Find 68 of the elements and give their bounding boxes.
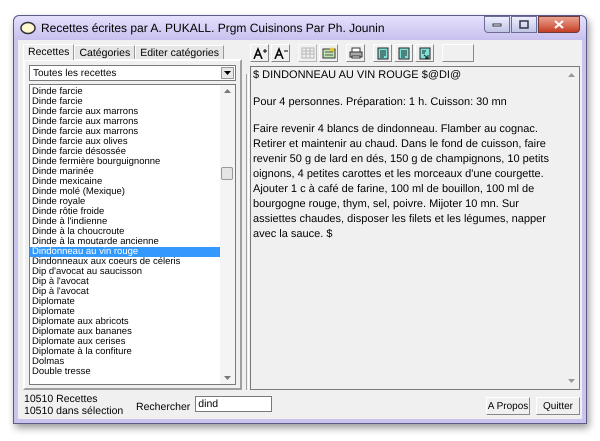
document-icon xyxy=(376,46,388,60)
recipe-list-item[interactable]: Diplomate xyxy=(30,297,220,307)
document-arrow-button[interactable] xyxy=(415,44,434,62)
dialog-button[interactable]: A Propos xyxy=(486,397,530,415)
search-label: Rechercher xyxy=(136,400,190,415)
tab[interactable]: Editer catégories xyxy=(135,45,224,59)
recipe-list-item[interactable]: Diplomate xyxy=(30,307,220,317)
maximize-icon xyxy=(519,20,529,29)
search-field[interactable]: dind xyxy=(195,396,272,412)
tab[interactable]: Recettes xyxy=(23,44,74,60)
recipe-paragraph: Faire revenir 4 blancs de dindonneau. Flamber au cognac. Retirer et maintenir au chaud. Dans le fond de cuisson, faire revenir 50 g de lard en dés, 150 g de champignons, 10 petits oignons, 4 petites carottes et les morceaux d'une courgette. Ajouter 1 c à café de farine, 100 ml de bouillon, 100 ml de bourgogne rouge, thym, sel, poivre. Mijoter 10 mn. Sur assiettes chaudes, disposer les filets et les légumes, napper avec la sauce. $ xyxy=(253,122,550,242)
recipe-list-item[interactable]: Diplomate à la confiture xyxy=(30,347,220,357)
printer-button[interactable] xyxy=(346,44,365,62)
grid-icon xyxy=(300,47,314,59)
scrollbar[interactable] xyxy=(220,85,235,384)
recipe-list-item[interactable]: Dinde farcie xyxy=(30,97,220,107)
recipe-list-item[interactable]: Diplomate aux abricots xyxy=(30,317,220,327)
recipe-title: $ DINDONNEAU AU VIN ROUGE $@DI@ xyxy=(253,68,462,83)
recipe-list-item[interactable]: Dinde farcie désossée xyxy=(30,147,220,157)
recipe-list-item[interactable]: Dinde farcie xyxy=(30,87,220,97)
recipe-list-item[interactable]: Dinde royale xyxy=(30,197,220,207)
window-title: Recettes écrites par A. PUKALL. Prgm Cuisinons Par Ph. Jounin xyxy=(41,20,384,37)
recipe-list-item[interactable]: Dip à l'avocat xyxy=(30,277,220,287)
scroll-down-icon[interactable] xyxy=(224,376,231,380)
recipe-filter-dropdown[interactable]: Toutes les recettes xyxy=(29,65,236,81)
app-icon xyxy=(20,21,36,35)
printer-icon xyxy=(348,47,362,59)
tab[interactable]: Catégories xyxy=(74,45,136,59)
font-larger-button[interactable] xyxy=(250,44,269,62)
recipe-list-item[interactable]: Dinde fermière bourguignonne xyxy=(30,157,220,167)
recipe-list-item[interactable]: Double tresse xyxy=(30,367,220,377)
recipe-list-item[interactable]: Dinde farcie aux marrons xyxy=(30,127,220,137)
recipe-count: 10510 Recettes xyxy=(24,393,99,405)
close-icon xyxy=(554,20,564,29)
font-larger-icon xyxy=(252,47,266,59)
recipe-list-item[interactable]: Dip d'avocat au saucisson xyxy=(30,267,220,277)
recipe-list-item[interactable]: Dinde rôtie froide xyxy=(30,207,220,217)
close-button[interactable] xyxy=(538,16,580,33)
recipe-list-item[interactable]: Dinde marinée xyxy=(30,167,220,177)
document-button[interactable] xyxy=(394,44,413,62)
recipe-list-item[interactable]: Dinde farcie aux marrons xyxy=(30,117,220,127)
scroll-up-icon[interactable] xyxy=(224,89,231,93)
recipe-list-item[interactable]: Dinde farcie aux olives xyxy=(30,137,220,147)
recipe-list-item[interactable]: Diplomate aux bananes xyxy=(30,327,220,337)
maximize-button[interactable] xyxy=(511,16,537,33)
recipe-list-item[interactable]: Dinde mexicaine xyxy=(30,177,220,187)
recipe-list-item[interactable]: Dip à l'avocat xyxy=(30,287,220,297)
recipe-list-item[interactable]: Dinde farcie aux marrons xyxy=(30,107,220,117)
recipe-list-item[interactable]: Dinde à la choucroute xyxy=(30,227,220,237)
recipe-list-item[interactable]: Dolmas xyxy=(30,357,220,367)
recipe-paragraph: Pour 4 personnes. Préparation: 1 h. Cuisson: 30 mn xyxy=(253,95,508,110)
recipe-list-item[interactable]: Diplomate aux cerises xyxy=(30,337,220,347)
map-button[interactable] xyxy=(319,44,338,62)
font-smaller-icon xyxy=(274,47,288,59)
dialog-button[interactable]: Quitter xyxy=(536,397,580,415)
scrollbar-thumb[interactable] xyxy=(221,167,233,180)
selection-count: 10510 dans sélection xyxy=(24,405,124,417)
font-smaller-button[interactable] xyxy=(271,44,290,62)
toolbar-button[interactable] xyxy=(442,44,474,62)
minimize-button[interactable] xyxy=(484,16,510,33)
document-icon xyxy=(398,46,410,60)
minimize-icon xyxy=(492,22,502,26)
recipe-list-item[interactable]: Dinde à l'indienne xyxy=(30,217,220,227)
recipe-list-item[interactable]: Dindonneaux aux coeurs de céleris xyxy=(30,257,220,267)
document-button[interactable] xyxy=(373,44,392,62)
map-icon xyxy=(322,47,336,59)
recipe-list-item[interactable]: Dinde à la moutarde ancienne xyxy=(30,237,220,247)
recipe-list-item[interactable]: Dinde molé (Mexique) xyxy=(30,187,220,197)
